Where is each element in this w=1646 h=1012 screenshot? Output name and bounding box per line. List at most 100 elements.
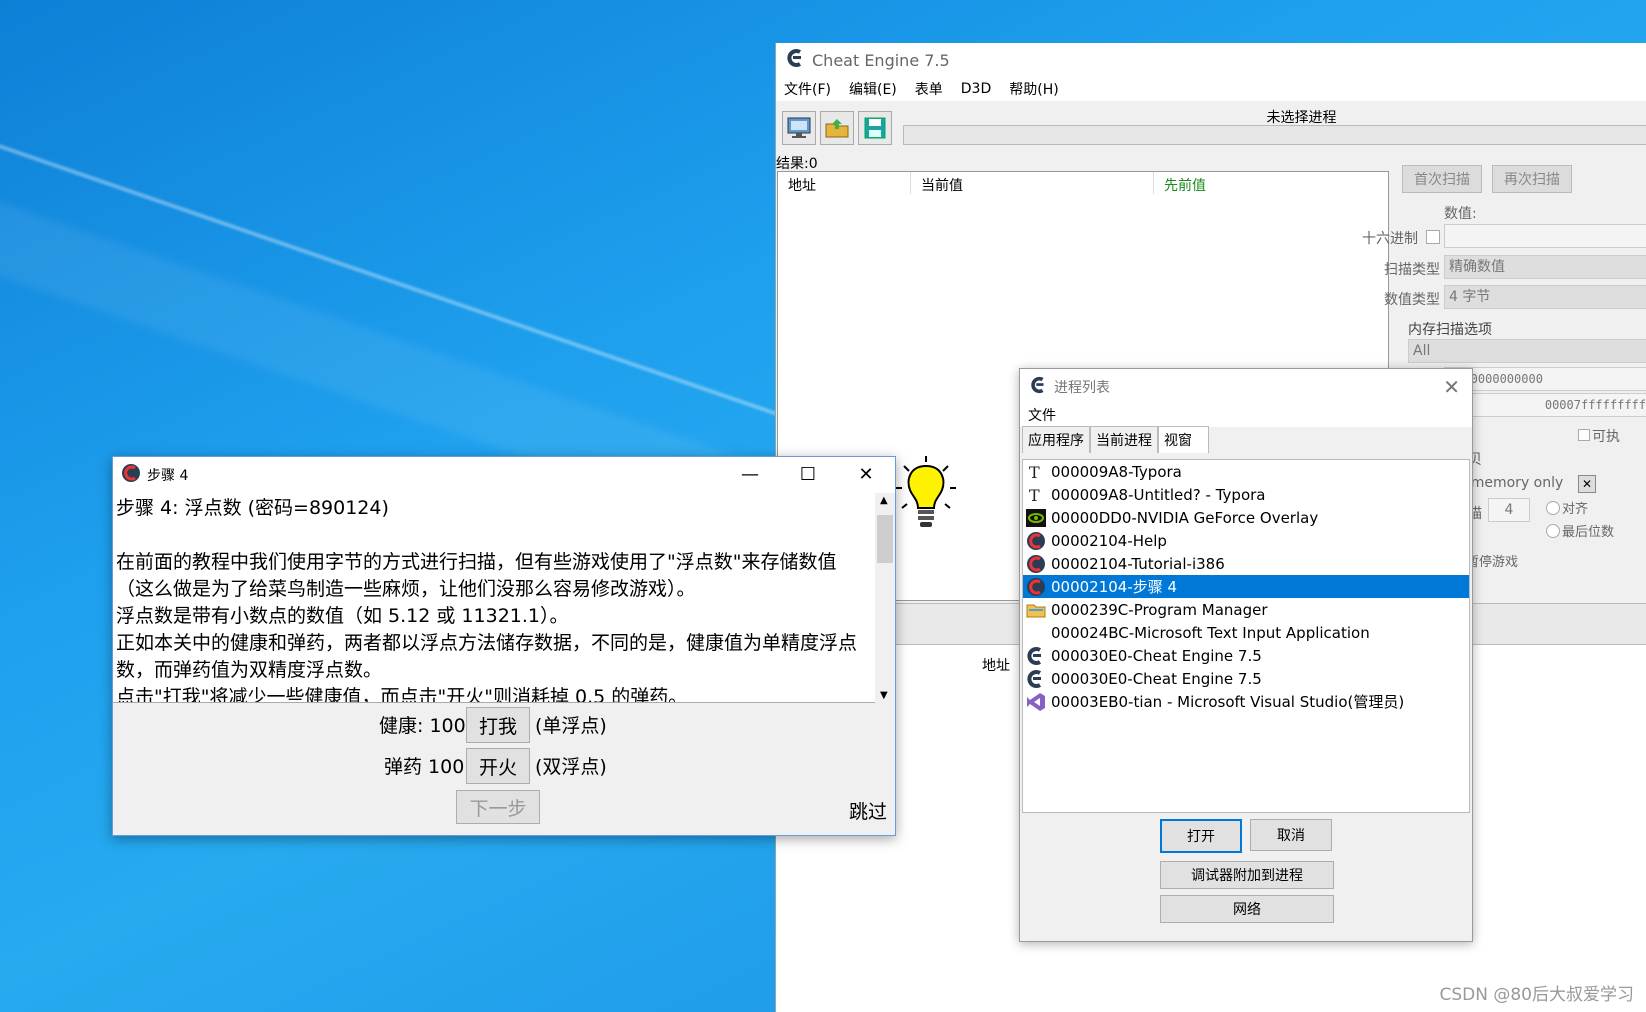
maximize-icon[interactable]: ☐ [779, 457, 837, 493]
tutorial-icon [1025, 577, 1047, 597]
process-list-item-label: 000009A8-Untitled? - Typora [1051, 485, 1266, 504]
process-list-title: 进程列表 [1054, 380, 1110, 396]
column-current-value[interactable]: 当前值 [911, 172, 1154, 194]
typora-icon: T [1025, 485, 1047, 505]
active-memory-checkbox[interactable]: ✕ [1578, 475, 1596, 493]
process-list-item[interactable]: 00000DD0-NVIDIA GeForce Overlay [1023, 506, 1469, 529]
open-folder-icon [825, 119, 849, 138]
nvidia-icon [1025, 508, 1047, 528]
minimize-icon[interactable]: — [721, 457, 779, 493]
process-list-item[interactable]: 00002104-Help [1023, 529, 1469, 552]
start-address-input[interactable]: 0000000000000 [1444, 367, 1646, 391]
end-address-input[interactable]: 00007fffffffff [1444, 393, 1646, 417]
memory-region-select[interactable]: All [1408, 339, 1646, 363]
menu-d3d[interactable]: D3D [961, 81, 991, 97]
select-process-button[interactable] [782, 111, 816, 145]
hit-me-button[interactable]: 打我 [466, 707, 530, 743]
cheat-engine-icon [1030, 376, 1048, 398]
cancel-button[interactable]: 取消 [1250, 819, 1332, 851]
health-type-label: (单浮点) [535, 715, 607, 737]
ce-title: Cheat Engine 7.5 [812, 50, 950, 70]
process-list-item-label: 00002104-步骤 4 [1051, 578, 1178, 596]
tutorial-icon [121, 463, 141, 487]
address-list-column-address[interactable]: 地址 [982, 655, 1010, 675]
first-scan-button[interactable]: 首次扫描 [1402, 165, 1482, 193]
results-count: 结果:0 [776, 156, 818, 172]
scan-type-select[interactable]: 精确数值 [1444, 255, 1646, 279]
process-listbox[interactable]: T 000009A8-Typora T 000009A8-Untitled? - Ty… [1022, 459, 1470, 813]
open-button[interactable]: 打开 [1160, 819, 1242, 853]
save-button[interactable] [858, 111, 892, 145]
scan-type-label: 扫描类型 [1384, 262, 1440, 278]
attach-debugger-button[interactable]: 调试器附加到进程 [1160, 861, 1334, 889]
monitor-icon [787, 117, 811, 138]
open-file-button[interactable] [820, 111, 854, 145]
last-digits-radio[interactable] [1546, 524, 1560, 538]
tab-applications[interactable]: 应用程序 [1022, 426, 1090, 453]
process-list-item-label: 000030E0-Cheat Engine 7.5 [1051, 646, 1262, 665]
scroll-down-icon[interactable]: ▼ [880, 690, 888, 701]
process-list-menu-file[interactable]: 文件 [1020, 405, 1472, 427]
tutorial-paragraph: 浮点数是带有小数点的数值（如 5.12 或 11321.1）。 [116, 605, 569, 627]
skip-link[interactable]: 跳过 [849, 797, 887, 824]
next-step-button[interactable]: 下一步 [456, 790, 540, 824]
menu-file[interactable]: 文件(F) [784, 79, 831, 99]
tutorial-text[interactable]: 步骤 4: 浮点数 (密码=890124) 在前面的教程中我们使用字节的方式进行… [113, 493, 875, 703]
menu-help[interactable]: 帮助(H) [1009, 79, 1058, 99]
svg-text:T: T [1029, 463, 1040, 481]
close-icon[interactable]: ✕ [837, 457, 895, 493]
process-list-tabs: 应用程序 当前进程 视窗 [1020, 426, 1472, 453]
ammo-type-label: (双浮点) [535, 756, 607, 778]
value-type-select[interactable]: 4 字节 [1444, 285, 1646, 309]
hex-checkbox[interactable] [1426, 230, 1440, 244]
value-input[interactable] [1444, 224, 1646, 248]
tab-windows[interactable]: 视窗 [1158, 426, 1209, 453]
process-list-item[interactable]: 00003EB0-tian - Microsoft Visual Studio(… [1023, 690, 1469, 713]
tab-processes[interactable]: 当前进程 [1090, 426, 1158, 453]
hex-label: 十六进制 [1362, 231, 1418, 247]
scroll-up-icon[interactable]: ▲ [880, 495, 888, 506]
column-previous-value[interactable]: 先前值 [1154, 172, 1344, 194]
network-button[interactable]: 网络 [1160, 895, 1334, 923]
process-list-item[interactable]: 00002104-步骤 4 [1023, 575, 1469, 598]
lightbulb-icon[interactable] [894, 456, 958, 540]
scrollbar-thumb[interactable] [877, 515, 893, 563]
process-list-item-label: 000009A8-Typora [1051, 462, 1182, 481]
menu-edit[interactable]: 编辑(E) [849, 79, 897, 99]
typora-icon: T [1025, 462, 1047, 482]
tutorial-scrollbar[interactable]: ▲ ▼ [875, 493, 895, 703]
column-address[interactable]: 地址 [778, 172, 911, 194]
value-type-label: 数值类型 [1384, 292, 1440, 308]
executable-checkbox[interactable] [1578, 429, 1590, 441]
process-list-item[interactable]: T 000009A8-Typora [1023, 460, 1469, 483]
process-list-item[interactable]: 0000239C-Program Manager [1023, 598, 1469, 621]
tutorial-paragraph: 在前面的教程中我们使用字节的方式进行扫描，但有些游戏使用了"浮点数"来存储数值（… [116, 551, 837, 600]
visual-studio-icon [1025, 692, 1047, 712]
menu-table[interactable]: 表单 [915, 79, 943, 99]
process-list-item[interactable]: 000024BC-Microsoft Text Input Applicatio… [1023, 621, 1469, 644]
health-label: 健康: 100 [379, 715, 466, 737]
process-list-item[interactable]: 000030E0-Cheat Engine 7.5 [1023, 667, 1469, 690]
tutorial-paragraph: 正如本关中的健康和弹药，两者都以浮点方法储存数据，不同的是，健康值为单精度浮点数… [116, 632, 858, 681]
align-radio[interactable] [1546, 501, 1560, 515]
watermark: CSDN @80后大叔爱学习 [1439, 985, 1634, 1005]
tutorial-title: 步骤 4 [147, 468, 189, 484]
window-controls: — ☐ ✕ [721, 457, 895, 493]
fire-button[interactable]: 开火 [466, 748, 530, 784]
align-label: 对齐 [1562, 502, 1589, 517]
process-list-item-label: 00000DD0-NVIDIA GeForce Overlay [1051, 508, 1319, 527]
process-list-item[interactable]: 00002104-Tutorial-i386 [1023, 552, 1469, 575]
next-scan-button[interactable]: 再次扫描 [1492, 165, 1572, 193]
last-digits-label: 最后位数 [1562, 525, 1615, 540]
ce-menu-bar: 文件(F) 编辑(E) 表单 D3D 帮助(H) [776, 77, 1646, 101]
save-icon [864, 117, 886, 139]
close-icon[interactable]: ✕ [1443, 375, 1460, 399]
process-list-item-label: 00003EB0-tian - Microsoft Visual Studio(… [1051, 693, 1405, 711]
tutorial-paragraph: 点击"打我"将减少一些健康值，而点击"开火"则消耗掉 0.5 的弹药。 [116, 686, 688, 703]
svg-text:T: T [1029, 486, 1040, 504]
process-list-item[interactable]: T 000009A8-Untitled? - Typora [1023, 483, 1469, 506]
fast-scan-input[interactable]: 4 [1488, 498, 1530, 522]
process-list-item[interactable]: 000030E0-Cheat Engine 7.5 [1023, 644, 1469, 667]
process-list-item-label: 00002104-Help [1051, 531, 1167, 550]
